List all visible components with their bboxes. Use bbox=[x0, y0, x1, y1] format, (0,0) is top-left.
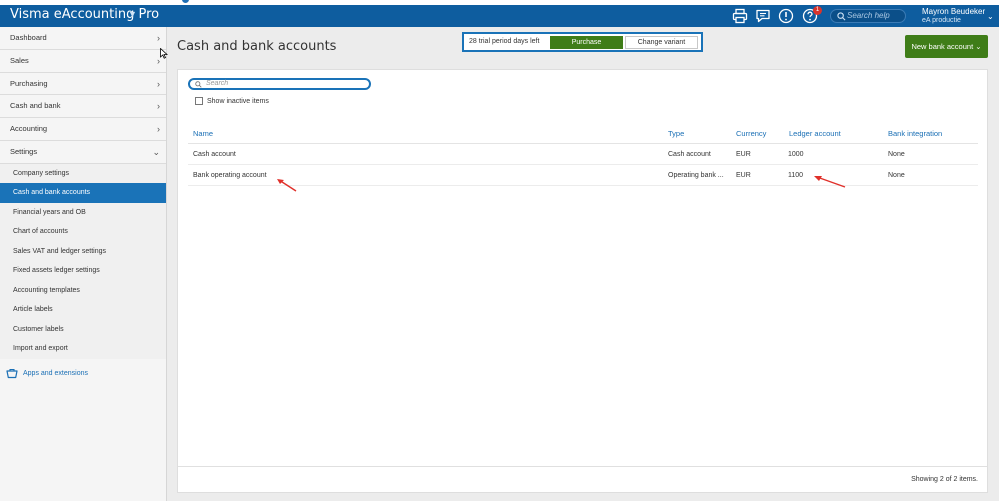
annotation-arrow-icon bbox=[277, 179, 297, 192]
info-icon[interactable] bbox=[778, 8, 794, 24]
cell-bank-integration: None bbox=[888, 172, 905, 179]
list-search-input[interactable]: Search bbox=[188, 78, 371, 90]
show-inactive-toggle[interactable]: Show inactive items bbox=[195, 97, 269, 105]
accounts-list-panel: Search Show inactive items Name Type Cur… bbox=[177, 69, 988, 493]
submenu-item-sales-vat-ledger[interactable]: Sales VAT and ledger settings bbox=[0, 242, 166, 262]
search-icon bbox=[195, 81, 202, 88]
sidebar: Dashboard › Sales › Purchasing › Cash an… bbox=[0, 27, 167, 501]
show-inactive-label: Show inactive items bbox=[207, 97, 269, 105]
cell-type: Operating bank ... bbox=[668, 172, 724, 179]
new-bank-account-label: New bank account bbox=[911, 42, 974, 51]
sidebar-item-label: Purchasing bbox=[10, 78, 48, 88]
submenu-item-fixed-assets-ledger[interactable]: Fixed assets ledger settings bbox=[0, 261, 166, 281]
column-header-ledger-account[interactable]: Ledger account bbox=[789, 129, 841, 138]
cell-currency: EUR bbox=[736, 151, 751, 158]
submenu-item-accounting-templates[interactable]: Accounting templates bbox=[0, 281, 166, 301]
mouse-cursor-icon bbox=[160, 48, 168, 59]
annotation-arrow-icon bbox=[814, 176, 846, 188]
sidebar-item-settings[interactable]: Settings ⌄ bbox=[0, 141, 166, 164]
show-inactive-checkbox[interactable] bbox=[195, 97, 203, 105]
settings-submenu: Company settings Cash and bank accounts … bbox=[0, 163, 166, 359]
footer-divider bbox=[178, 466, 987, 467]
help-search-placeholder: Search help bbox=[847, 11, 890, 20]
trial-banner: 28 trial period days left Purchase Chang… bbox=[462, 32, 703, 52]
sidebar-item-dashboard[interactable]: Dashboard › bbox=[0, 27, 166, 50]
cell-bank-integration: None bbox=[888, 151, 905, 158]
table-row[interactable]: Bank operating account Operating bank ..… bbox=[188, 165, 978, 186]
cell-name[interactable]: Cash account bbox=[193, 151, 236, 158]
cell-ledger-account: 1100 bbox=[788, 172, 804, 179]
sidebar-item-label: Dashboard bbox=[10, 33, 47, 42]
chevron-right-icon: › bbox=[157, 78, 160, 89]
table-row[interactable]: Cash account Cash account EUR 1000 None bbox=[188, 144, 978, 165]
user-menu-chevron-icon[interactable]: ⌄ bbox=[987, 12, 994, 21]
trial-days-text: 28 trial period days left bbox=[469, 38, 540, 45]
chat-icon[interactable] bbox=[755, 8, 771, 24]
sidebar-item-label: Cash and bank bbox=[10, 101, 61, 111]
sidebar-item-sales[interactable]: Sales › bbox=[0, 50, 166, 73]
sidebar-item-label: Accounting bbox=[10, 124, 48, 134]
change-variant-button[interactable]: Change variant bbox=[625, 36, 698, 49]
new-bank-account-button[interactable]: New bank account ⌄ bbox=[905, 35, 988, 58]
user-organization[interactable]: eA productie bbox=[922, 17, 961, 24]
column-header-bank-integration[interactable]: Bank integration bbox=[888, 129, 942, 138]
help-icon[interactable]: 1 bbox=[802, 6, 822, 24]
sidebar-item-label: Sales bbox=[10, 55, 29, 65]
sidebar-item-cash-and-bank[interactable]: Cash and bank › bbox=[0, 95, 166, 119]
list-search-placeholder: Search bbox=[206, 80, 229, 87]
cell-ledger-account: 1000 bbox=[788, 151, 804, 158]
submenu-item-company-settings[interactable]: Company settings bbox=[0, 164, 166, 184]
submenu-item-cash-and-bank-accounts[interactable]: Cash and bank accounts bbox=[0, 183, 166, 203]
chevron-down-icon: ⌄ bbox=[975, 42, 982, 51]
column-header-currency[interactable]: Currency bbox=[736, 129, 766, 138]
app-switcher-chevron-icon[interactable]: ▼ bbox=[128, 9, 137, 19]
submenu-item-import-export[interactable]: Import and export bbox=[0, 339, 166, 359]
print-icon[interactable] bbox=[732, 8, 748, 24]
submenu-item-financial-years[interactable]: Financial years and OB bbox=[0, 203, 166, 223]
chevron-right-icon: › bbox=[157, 124, 160, 135]
search-icon bbox=[837, 12, 846, 21]
cell-type: Cash account bbox=[668, 151, 711, 158]
sidebar-item-purchasing[interactable]: Purchasing › bbox=[0, 73, 166, 96]
items-count: Showing 2 of 2 items. bbox=[911, 476, 978, 483]
cell-name[interactable]: Bank operating account bbox=[193, 172, 267, 179]
page-title: Cash and bank accounts bbox=[177, 39, 337, 54]
help-search-input[interactable]: Search help bbox=[830, 9, 906, 23]
column-header-type[interactable]: Type bbox=[668, 129, 684, 138]
top-navigation-bar: Visma eAccounting Pro ▼ 1 Search help Ma… bbox=[0, 5, 999, 27]
apps-and-extensions-link[interactable]: Apps and extensions bbox=[6, 367, 88, 379]
chevron-down-icon: ⌄ bbox=[152, 146, 160, 157]
column-header-name[interactable]: Name bbox=[193, 129, 213, 138]
sidebar-item-accounting[interactable]: Accounting › bbox=[0, 118, 166, 141]
browser-indicator-icon bbox=[182, 0, 189, 3]
user-name[interactable]: Mayron Beudeker bbox=[922, 7, 985, 16]
submenu-item-article-labels[interactable]: Article labels bbox=[0, 300, 166, 320]
submenu-item-chart-of-accounts[interactable]: Chart of accounts bbox=[0, 222, 166, 242]
submenu-item-customer-labels[interactable]: Customer labels bbox=[0, 320, 166, 340]
purchase-button[interactable]: Purchase bbox=[550, 36, 623, 49]
chevron-right-icon: › bbox=[157, 101, 160, 112]
apps-link-label: Apps and extensions bbox=[23, 369, 88, 377]
sidebar-item-label: Settings bbox=[10, 146, 38, 156]
notification-badge: 1 bbox=[813, 6, 822, 15]
basket-icon bbox=[6, 368, 18, 379]
chevron-right-icon: › bbox=[157, 33, 160, 43]
cell-currency: EUR bbox=[736, 172, 751, 179]
